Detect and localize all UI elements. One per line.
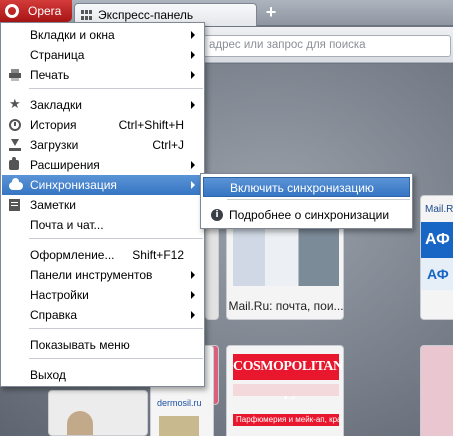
menu-separator [227,199,410,200]
submenu-arrow-icon [191,101,195,109]
menu-item-15[interactable]: Показывать меню [2,335,204,355]
menu-item-11[interactable]: Оформление... Shift+F12 [2,245,204,265]
opera-logo-icon [5,4,19,18]
tile-banner: Парфюмерия и мейк-ап, красота (подборки) [233,414,339,426]
menu-item-label: Закладки [30,98,82,112]
opera-main-menu: Вкладки и окна Страница Печать ★ Закладки Ист… [0,22,205,387]
menu-item-7[interactable]: Расширения [2,155,204,175]
menu-item-label: Синхронизация [30,178,117,192]
opera-menu-label: Opera [28,4,62,18]
sync-details-menu-item[interactable]: i Подробнее о синхронизации [203,205,410,225]
menu-item-label: Панели инструментов [30,268,153,282]
tile-logo: АФ [421,222,453,258]
speed-dial-grid-icon [81,10,93,20]
tile-site-label: Mail.Ru [425,204,453,215]
tile-nav-strip [233,384,339,396]
menu-item-10[interactable]: Почта и чат... [2,215,204,235]
menu-item-label: История [30,118,77,132]
menu-item-label: Печать [30,68,70,82]
menu-item-2[interactable]: Страница [2,45,204,65]
sync-submenu: Включить синхронизацию i Подробнее о син… [200,173,413,229]
submenu-arrow-icon [191,71,195,79]
submenu-arrow-icon [191,271,195,279]
menu-item-label: Справка [30,308,78,322]
menu-item-label: Подробнее о синхронизации [229,208,390,222]
clock-icon [9,119,21,131]
submenu-arrow-icon [191,161,195,169]
speed-dial-tile-right[interactable]: Mail.Ru АФ АФ [420,195,453,320]
menu-item-16[interactable]: Выход [2,365,204,385]
opera-menu-button[interactable]: Opera [0,0,72,22]
download-icon [9,139,21,151]
menu-item-shortcut: Ctrl+Shift+H [118,118,184,132]
submenu-arrow-icon [191,31,195,39]
menu-item-label: Показывать меню [30,338,130,352]
printer-icon [9,69,21,81]
submenu-arrow-icon [191,291,195,299]
tile-site-label: dermosil.ru [157,398,202,408]
note-icon [9,199,20,211]
menu-item-4[interactable]: ★ Закладки [2,95,204,115]
menu-item-label: Заметки [30,198,76,212]
menu-item-label: Расширения [30,158,100,172]
menu-item-shortcut: Shift+F12 [132,248,184,262]
tile-logo-secondary: АФ [421,258,453,290]
menu-item-label: Загрузки [30,138,79,152]
cloud-icon [9,178,23,190]
menu-item-label: Оформление... [30,248,115,262]
menu-separator [29,88,203,89]
menu-separator [29,238,203,239]
submenu-arrow-icon [191,51,195,59]
menu-item-shortcut: Ctrl+J [152,138,184,152]
submenu-arrow-icon [191,181,195,189]
new-tab-button[interactable]: + [262,3,280,21]
tile-caption: Mail.Ru: почта, пои... [228,299,344,313]
menu-item-9[interactable]: Заметки [2,195,204,215]
star-icon: ★ [9,97,21,112]
menu-item-label: Выход [30,368,66,382]
speed-dial-tile[interactable] [48,390,148,436]
puzzle-icon [9,157,19,170]
menu-separator [29,328,203,329]
menu-item-label: Вкладки и окна [30,28,115,42]
menu-item-label: Почта и чат... [30,218,104,232]
speed-dial-tile-cosmopolitan[interactable]: COSMOPOLITAN Форум Парфюмерия и мейк-ап,… [226,345,344,436]
menu-item-6[interactable]: Загрузки Ctrl+J [2,135,204,155]
menu-separator [29,358,203,359]
submenu-arrow-icon [191,311,195,319]
info-icon: i [211,209,223,221]
menu-item-14[interactable]: Справка [2,305,204,325]
menu-item-3[interactable]: Печать [2,65,204,85]
speed-dial-tile[interactable] [420,345,453,436]
menu-item-label: Настройки [30,288,89,302]
tab-title: Экспресс-панель [98,8,194,22]
menu-item-label: Включить синхронизацию [230,181,374,195]
tile-thumbnail [159,416,199,436]
address-field[interactable]: адрес или запрос для поиска [200,35,451,57]
menu-item-8[interactable]: Синхронизация [2,175,204,195]
enable-sync-menu-item[interactable]: Включить синхронизацию [203,177,410,197]
cosmopolitan-logo: COSMOPOLITAN Форум [233,354,343,400]
tile-thumbnail [67,411,93,435]
menu-item-5[interactable]: История Ctrl+Shift+H [2,115,204,135]
menu-item-13[interactable]: Настройки [2,285,204,305]
menu-item-label: Страница [30,48,85,62]
menu-item-12[interactable]: Панели инструментов [2,265,204,285]
menu-item-1[interactable]: Вкладки и окна [2,25,204,45]
